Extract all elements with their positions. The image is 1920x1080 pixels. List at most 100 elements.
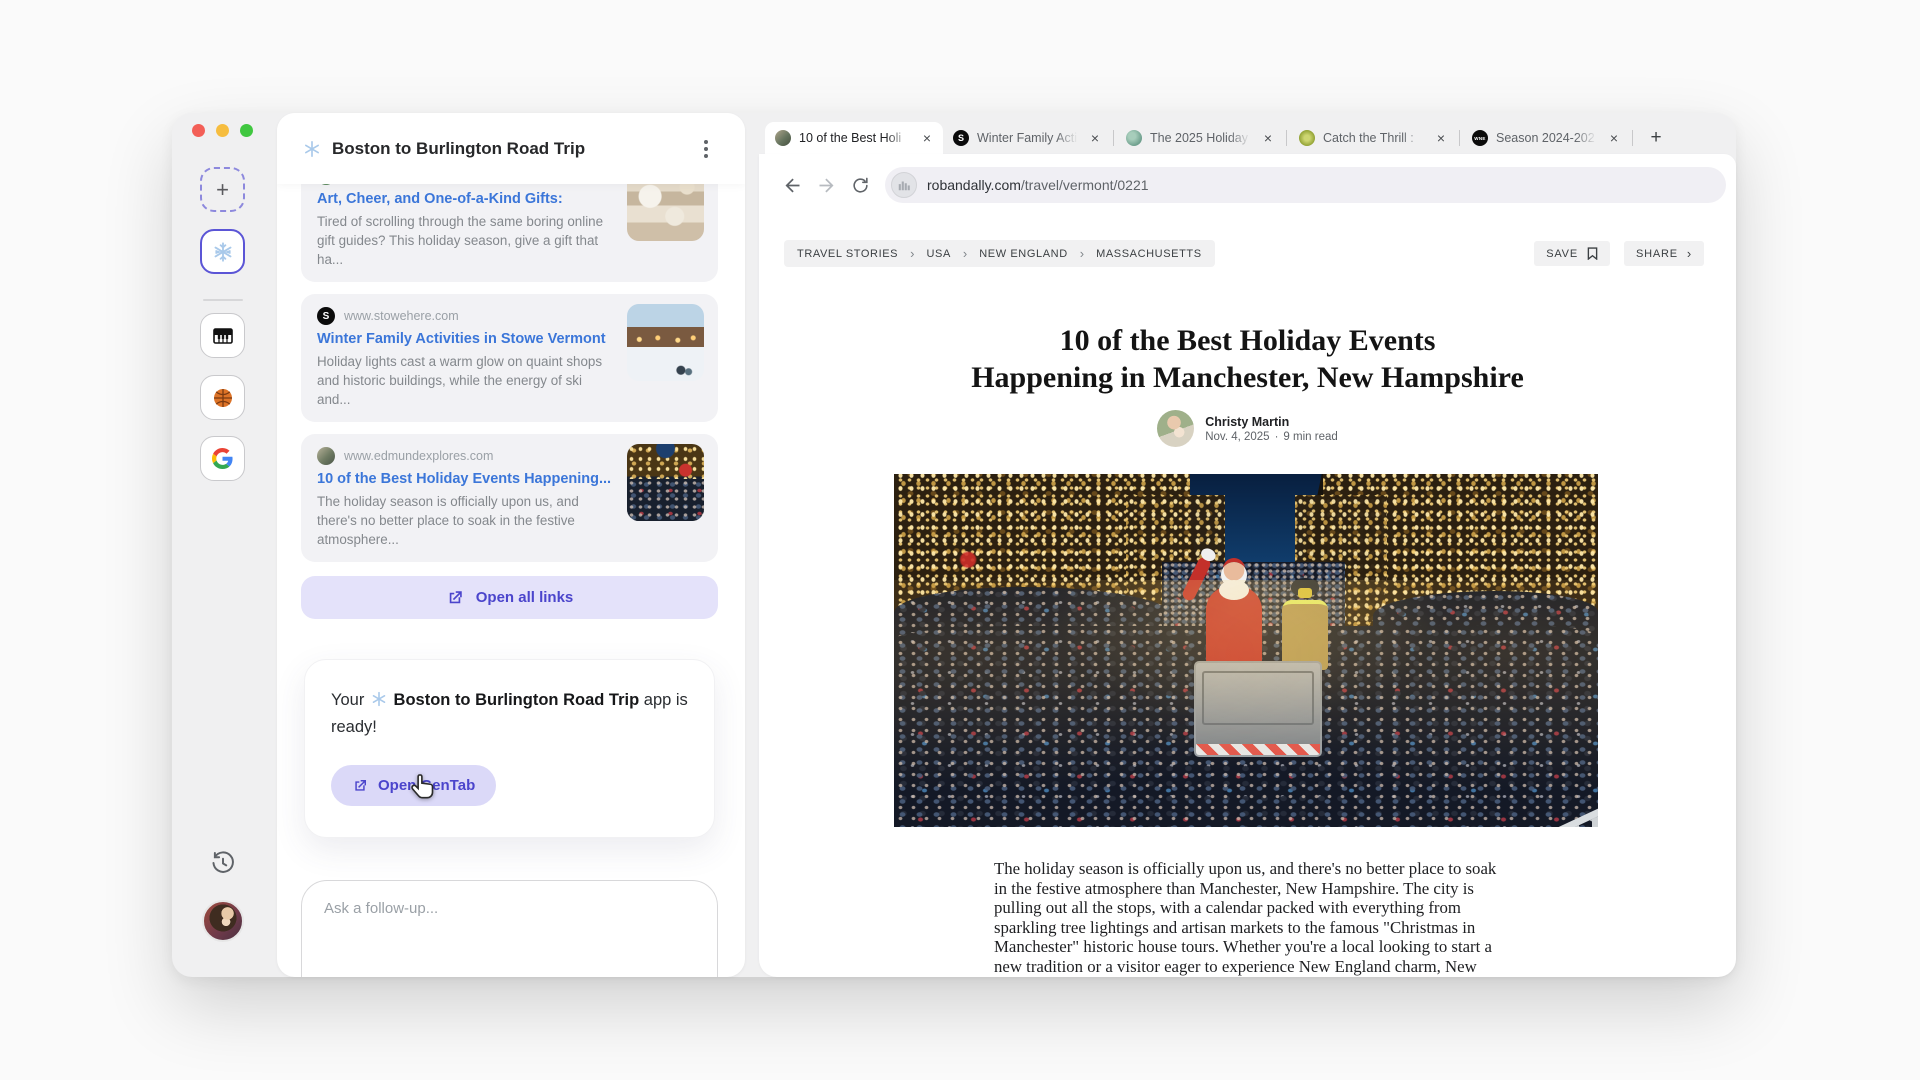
link-title[interactable]: 10 of the Best Holiday Events Happening.… (317, 471, 617, 487)
close-icon[interactable]: × (921, 131, 933, 145)
link-title[interactable]: Winter Family Activities in Stowe Vermon… (317, 331, 617, 347)
panel-header: Boston to Burlington Road Trip (277, 113, 745, 184)
open-all-links-button[interactable]: Open all links (301, 576, 718, 619)
link-description: Holiday lights cast a warm glow on quain… (317, 352, 617, 409)
site-favicon (317, 184, 335, 185)
browser-content: robandally.com/travel/vermont/0221 TRAVE… (759, 154, 1736, 977)
google-icon (212, 448, 233, 469)
article-title-line2: Happening in Manchester, New Hampshire (759, 359, 1736, 396)
forward-button[interactable] (809, 168, 843, 202)
article-byline: Christy Martin Nov. 4, 2025 · 9 min read (759, 410, 1736, 447)
share-label: SHARE (1636, 248, 1678, 260)
piano-icon (211, 324, 235, 348)
browser-toolbar: robandally.com/travel/vermont/0221 (775, 166, 1726, 204)
site-favicon: S (317, 307, 335, 325)
tab-separator (1632, 130, 1633, 146)
history-button[interactable] (210, 849, 238, 877)
mouse-cursor-icon (408, 771, 438, 803)
link-card[interactable]: S www.stowehere.com Winter Family Activi… (301, 294, 718, 422)
external-link-icon (352, 778, 368, 794)
panel-title: Boston to Burlington Road Trip (332, 139, 682, 159)
snowflake-icon (212, 241, 234, 263)
back-button[interactable] (775, 168, 809, 202)
article-date: Nov. 4, 2025 (1205, 431, 1269, 443)
followup-composer (301, 880, 718, 977)
plus-icon: + (216, 177, 229, 203)
open-all-links-label: Open all links (476, 589, 574, 606)
app-ready-card: Your Boston to Burlington Road Trip app … (304, 659, 715, 838)
app-rail: + (172, 113, 277, 977)
rail-item-google-app[interactable] (200, 436, 245, 481)
user-avatar[interactable] (202, 900, 244, 942)
browser-pane: 10 of the Best Holi × S Winter Family Ac… (759, 113, 1736, 977)
close-icon[interactable]: × (1608, 131, 1620, 145)
link-card[interactable]: Art, Cheer, and One-of-a-Kind Gifts: Tir… (301, 184, 718, 282)
article-title-line1: 10 of the Best Holiday Events (759, 322, 1736, 359)
app-window: + (172, 113, 1736, 977)
chevron-right-icon: › (963, 246, 967, 261)
share-button[interactable]: SHARE › (1624, 241, 1704, 266)
tab-favicon (1126, 130, 1142, 146)
history-icon (210, 850, 236, 876)
close-icon[interactable]: × (1262, 131, 1274, 145)
back-icon (782, 175, 803, 196)
close-icon[interactable]: × (1435, 131, 1447, 145)
link-description: The holiday season is officially upon us… (317, 492, 617, 549)
article-body: The holiday season is officially upon us… (994, 859, 1498, 977)
zoom-window-button[interactable] (240, 124, 253, 137)
link-thumbnail (627, 444, 704, 521)
save-label: SAVE (1546, 248, 1578, 260)
breadcrumb-item[interactable]: TRAVEL STORIES (797, 248, 898, 260)
tab-favicon: WNE (1472, 130, 1488, 146)
rail-item-piano-app[interactable] (200, 313, 245, 358)
article-hero-image (894, 474, 1598, 827)
breadcrumb-item[interactable]: USA (926, 248, 950, 260)
link-thumbnail (627, 304, 704, 381)
basketball-icon (211, 386, 235, 410)
article-meta: Nov. 4, 2025 · 9 min read (1205, 431, 1338, 443)
link-card[interactable]: www.edmundexplores.com 10 of the Best Ho… (301, 434, 718, 562)
tab-2025-holiday[interactable]: The 2025 Holiday × (1116, 122, 1284, 154)
breadcrumb-item[interactable]: NEW ENGLAND (979, 248, 1068, 260)
tab-winter-family[interactable]: S Winter Family Acti × (943, 122, 1111, 154)
new-tab-button[interactable]: + (1643, 125, 1669, 151)
link-domain: www.stowehere.com (344, 309, 459, 323)
page-header-row: TRAVEL STORIES › USA › NEW ENGLAND › MAS… (784, 240, 1704, 267)
breadcrumb-item[interactable]: MASSACHUSETTS (1096, 248, 1202, 260)
close-window-button[interactable] (192, 124, 205, 137)
window-controls (192, 124, 253, 137)
rail-item-basketball-app[interactable] (200, 375, 245, 420)
tab-catch-the-thrill[interactable]: Catch the Thrill : × (1289, 122, 1457, 154)
dot-separator: · (1275, 431, 1279, 443)
link-title[interactable]: Art, Cheer, and One-of-a-Kind Gifts: (317, 191, 617, 207)
save-button[interactable]: SAVE (1534, 241, 1610, 266)
author-avatar (1157, 410, 1194, 447)
snowflake-icon (371, 691, 387, 707)
kebab-icon (704, 147, 708, 151)
chevron-right-icon: › (1687, 246, 1692, 261)
close-icon[interactable]: × (1089, 131, 1101, 145)
chevron-right-icon: › (1080, 246, 1084, 261)
snowflake-icon (303, 140, 321, 158)
new-app-button[interactable]: + (200, 167, 245, 212)
rail-item-road-trip-app[interactable] (200, 229, 245, 274)
breadcrumb: TRAVEL STORIES › USA › NEW ENGLAND › MAS… (784, 240, 1215, 267)
followup-input[interactable] (302, 881, 717, 977)
address-bar[interactable]: robandally.com/travel/vermont/0221 (885, 167, 1726, 203)
rail-divider (203, 299, 243, 301)
reload-button[interactable] (843, 168, 877, 202)
link-thumbnail (627, 184, 704, 241)
tab-separator (1113, 130, 1114, 146)
hero-light-glow (894, 580, 1598, 827)
panel-scroll-area[interactable]: Art, Cheer, and One-of-a-Kind Gifts: Tir… (277, 184, 745, 977)
skyline-icon (897, 178, 911, 192)
url-path: /travel/vermont/0221 (1021, 177, 1149, 193)
tab-holiday-events[interactable]: 10 of the Best Holi × (765, 122, 943, 154)
panel-menu-button[interactable] (693, 136, 719, 162)
tab-label: Catch the Thrill : (1323, 131, 1427, 145)
site-favicon (891, 172, 917, 198)
tab-favicon (775, 130, 791, 146)
tab-season-2024[interactable]: WNE Season 2024-202 × (1462, 122, 1630, 154)
tab-label: Season 2024-202 (1496, 131, 1600, 145)
minimize-window-button[interactable] (216, 124, 229, 137)
